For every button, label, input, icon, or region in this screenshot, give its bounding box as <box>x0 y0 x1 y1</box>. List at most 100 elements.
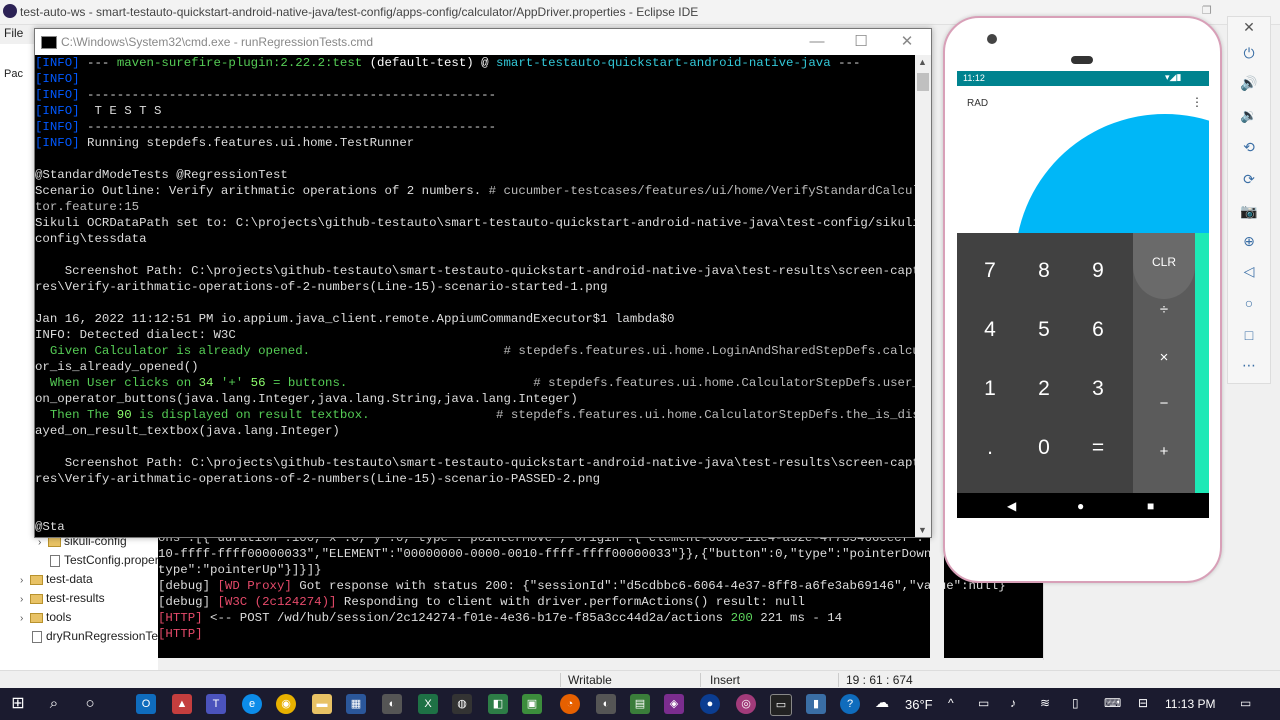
volume-down-icon[interactable]: 🔉 <box>1228 107 1270 124</box>
key-3[interactable]: 3 <box>1071 377 1125 401</box>
key-decimal[interactable]: . <box>963 436 1017 460</box>
close-button[interactable]: ✕ <box>885 31 929 53</box>
chrome-icon[interactable]: ◉ <box>276 694 296 714</box>
cmd-title-bar[interactable]: C:\Windows\System32\cmd.exe - runRegress… <box>35 29 931 55</box>
file-explorer-icon[interactable]: ▬ <box>312 694 332 714</box>
overflow-menu-icon[interactable]: ⋮ <box>1191 95 1203 109</box>
windows-start-icon[interactable]: ⊞ <box>8 694 28 714</box>
app-icon[interactable]: ▦ <box>346 694 366 714</box>
key-7[interactable]: 7 <box>963 259 1017 283</box>
github-icon[interactable]: ◍ <box>452 694 472 714</box>
key-9[interactable]: 9 <box>1071 259 1125 283</box>
scroll-up-icon[interactable]: ▲ <box>918 57 927 67</box>
app-icon[interactable]: ● <box>700 694 720 714</box>
teams-icon[interactable]: T <box>206 694 226 714</box>
help-icon[interactable]: ? <box>840 694 860 714</box>
screenshot-icon[interactable]: 📷 <box>1228 203 1270 220</box>
outlook-icon[interactable]: O <box>136 694 156 714</box>
volume-icon[interactable]: ♪ <box>1010 696 1016 710</box>
firefox-icon[interactable]: ◔ <box>560 694 580 714</box>
key-1[interactable]: 1 <box>963 377 1017 401</box>
task-view-icon[interactable]: ○ <box>80 694 100 714</box>
close-icon[interactable]: ✕ <box>1228 19 1270 36</box>
text: Then The <box>35 408 117 422</box>
advanced-pad-edge[interactable] <box>1195 233 1209 493</box>
tree-item-tools[interactable]: › tools <box>20 610 71 624</box>
emulator-screen[interactable]: 11:12 ▾◢▮ RAD ⋮ 7 8 9 4 5 6 1 2 3 . 0 = … <box>957 71 1209 518</box>
cmd-line: [INFO] ---------------------------------… <box>35 119 915 135</box>
debug-prefix: [debug] <box>158 595 218 609</box>
notepad-icon[interactable]: ▤ <box>630 694 650 714</box>
app-icon[interactable]: ◈ <box>664 694 684 714</box>
search-icon[interactable]: ⌕ <box>44 694 64 714</box>
app-icon[interactable]: ▲ <box>172 694 192 714</box>
key-divide[interactable]: ÷ <box>1133 301 1195 318</box>
project-tree: › sikuli-config TestConfig.proper › test-d… <box>0 530 164 670</box>
scroll-down-icon[interactable]: ▼ <box>918 525 927 535</box>
edge-icon[interactable]: e <box>242 694 262 714</box>
keyboard-icon[interactable]: ⌨ <box>1104 696 1121 710</box>
key-5[interactable]: 5 <box>1017 318 1071 342</box>
tree-item-test-data[interactable]: › test-data <box>20 572 93 586</box>
signal-icon: ▾◢▮ <box>1165 72 1182 82</box>
http-status: 200 <box>730 611 753 625</box>
rotate-right-icon[interactable]: ⟳ <box>1228 171 1270 188</box>
wifi-icon[interactable]: ≋ <box>1040 696 1050 710</box>
notification-icon[interactable]: ▭ <box>1240 696 1251 710</box>
key-4[interactable]: 4 <box>963 318 1017 342</box>
recents-icon[interactable]: ■ <box>1147 499 1154 513</box>
home-icon[interactable]: ○ <box>1228 295 1270 311</box>
tree-item-testconfig[interactable]: TestConfig.proper <box>50 553 159 567</box>
eclipse-icon[interactable]: ◐ <box>382 694 402 714</box>
home-icon[interactable]: ● <box>1077 499 1084 513</box>
battery-icon[interactable]: ▯ <box>1072 696 1079 710</box>
cmd-line <box>35 295 915 311</box>
cmd-icon[interactable]: ▭ <box>770 694 792 716</box>
key-minus[interactable]: − <box>1133 395 1195 412</box>
overview-icon[interactable]: □ <box>1228 327 1270 343</box>
language-icon[interactable]: ⊟ <box>1138 696 1148 710</box>
maximize-button[interactable]: ☐ <box>839 31 883 53</box>
tree-item-dryrun[interactable]: dryRunRegressionTes <box>32 629 164 643</box>
network-icon[interactable]: ▭ <box>978 696 989 710</box>
weather-icon[interactable]: ☁ <box>875 694 889 711</box>
console-line: [HTTP] <-- POST /wd/hub/session/2c124274… <box>158 610 1043 626</box>
app-icon[interactable]: ◎ <box>736 694 756 714</box>
weather-temperature[interactable]: 36°F <box>905 697 933 712</box>
key-multiply[interactable]: × <box>1133 349 1195 366</box>
tree-item-test-results[interactable]: › test-results <box>20 591 105 605</box>
system-clock[interactable]: 11:13 PM <box>1165 697 1215 711</box>
volume-up-icon[interactable]: 🔊 <box>1228 75 1270 92</box>
cmd-scrollbar[interactable]: ▲ ▼ <box>915 55 931 537</box>
android-nav-bar: ◀ ● ■ <box>957 493 1209 518</box>
zoom-icon[interactable]: ⊕ <box>1228 233 1270 250</box>
key-0[interactable]: 0 <box>1017 436 1071 460</box>
back-icon[interactable]: ◀ <box>1007 499 1016 513</box>
key-6[interactable]: 6 <box>1071 318 1125 342</box>
number: 56 <box>250 376 266 390</box>
minimize-button[interactable]: — <box>795 31 839 53</box>
key-2[interactable]: 2 <box>1017 377 1071 401</box>
key-plus[interactable]: + <box>1133 443 1195 460</box>
chevron-up-icon[interactable]: ^ <box>948 696 954 710</box>
emulator-icon[interactable]: ▮ <box>806 694 826 714</box>
excel-icon[interactable]: X <box>418 694 438 714</box>
key-equals[interactable]: = <box>1071 436 1125 460</box>
power-icon[interactable]: ⏻ <box>1228 45 1270 62</box>
scroll-thumb[interactable] <box>917 73 929 91</box>
cmd-output[interactable]: [INFO] --- maven-surefire-plugin:2.22.2:… <box>35 55 915 537</box>
eclipse-restore-icon[interactable]: ❐ <box>1202 4 1212 17</box>
app-icon[interactable]: ◧ <box>488 694 508 714</box>
key-clear[interactable]: CLR <box>1133 255 1195 269</box>
appium-console[interactable]: ons":[{"duration":100,"x":0,"y":0,"type"… <box>158 530 1043 658</box>
more-icon[interactable]: ⋯ <box>1228 357 1270 374</box>
eclipse-icon[interactable]: ◐ <box>596 694 616 714</box>
key-8[interactable]: 8 <box>1017 259 1071 283</box>
cmd-window[interactable]: C:\Windows\System32\cmd.exe - runRegress… <box>34 28 932 538</box>
tree-item-label: test-data <box>46 572 93 586</box>
app-icon[interactable]: ▣ <box>522 694 542 714</box>
android-emulator: 11:12 ▾◢▮ RAD ⋮ 7 8 9 4 5 6 1 2 3 . 0 = … <box>943 16 1222 583</box>
back-icon[interactable]: ◁ <box>1228 263 1270 280</box>
menu-file[interactable]: File <box>4 26 23 40</box>
rotate-left-icon[interactable]: ⟲ <box>1228 139 1270 156</box>
